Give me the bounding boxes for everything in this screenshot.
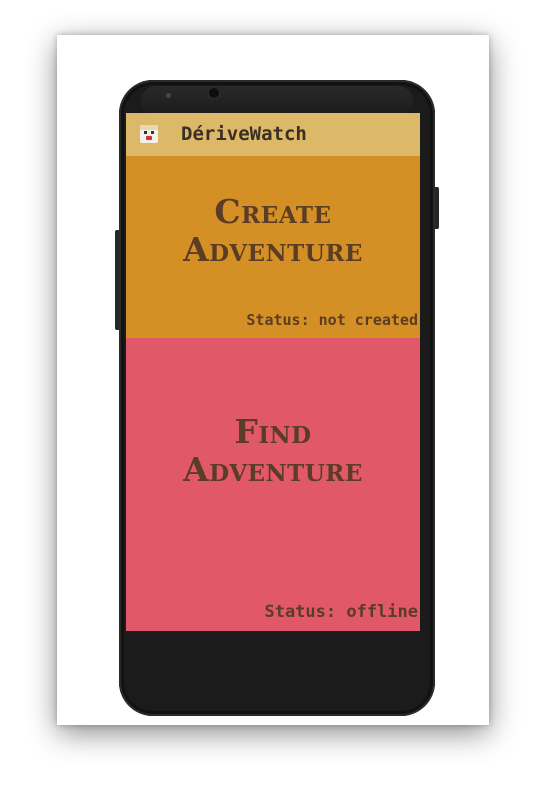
create-adventure-button[interactable]: Create Adventure Status: not created <box>126 156 420 338</box>
phone-screen: DériveWatch Create Adventure Status: not… <box>126 113 420 631</box>
find-heading-line1: Find <box>234 412 312 451</box>
find-adventure-heading: Find Adventure <box>126 413 420 489</box>
phone-top-bezel <box>141 86 413 116</box>
app-title: DériveWatch <box>181 123 307 145</box>
find-heading-line2: Adventure <box>183 450 363 489</box>
create-heading-line1: Create <box>214 192 332 231</box>
find-status-text: Status: offline <box>264 602 418 622</box>
create-status-text: Status: not created <box>246 311 418 329</box>
action-bar: DériveWatch <box>126 113 420 156</box>
proximity-sensor <box>166 93 171 98</box>
find-adventure-button[interactable]: Find Adventure Status: offline <box>126 338 420 631</box>
app-logo-icon <box>140 125 158 143</box>
create-adventure-heading: Create Adventure <box>126 193 420 269</box>
front-camera <box>207 86 221 100</box>
create-heading-line2: Adventure <box>183 230 363 269</box>
screenshot-frame: DériveWatch Create Adventure Status: not… <box>57 35 489 725</box>
